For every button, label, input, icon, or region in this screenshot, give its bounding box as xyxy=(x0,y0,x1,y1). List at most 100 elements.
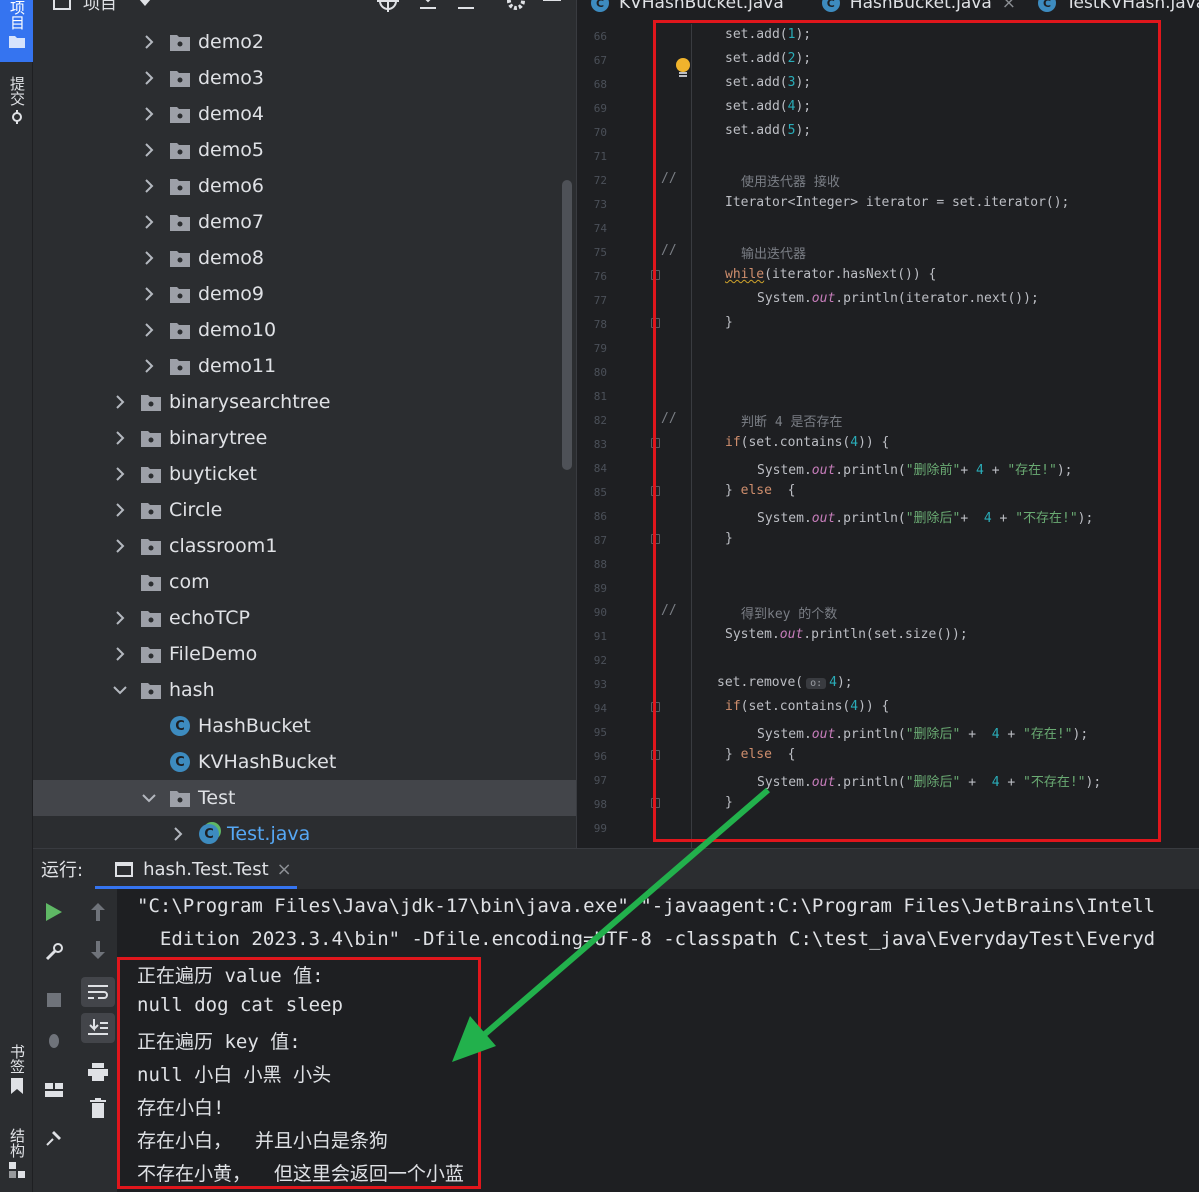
stop-button[interactable] xyxy=(41,987,67,1013)
tab-label: TestKVHash.java xyxy=(1066,0,1199,13)
tree-item[interactable]: demo3 xyxy=(33,60,576,96)
chevron-right-icon[interactable] xyxy=(142,143,156,157)
chevron-right-icon[interactable] xyxy=(142,71,156,85)
tree-item[interactable]: Circle xyxy=(33,492,576,528)
tree-item-label: demo2 xyxy=(198,31,264,53)
chevron-down-icon[interactable] xyxy=(113,683,127,697)
package-folder-icon xyxy=(141,502,161,519)
chevron-right-icon[interactable] xyxy=(142,179,156,193)
tree-item-label: demo9 xyxy=(198,283,264,305)
chevron-right-icon[interactable] xyxy=(113,647,127,661)
class-icon: C xyxy=(591,0,609,12)
project-scrollbar[interactable] xyxy=(562,180,572,470)
chevron-right-icon[interactable] xyxy=(113,539,127,553)
locate-icon[interactable] xyxy=(377,0,399,16)
line-number-gutter: 66 67 68 69 70 71 72 73 74 75 76 77 78 79 80 81 82 83 84 85… xyxy=(577,24,660,848)
minimize-icon[interactable] xyxy=(543,0,561,1)
chevron-right-icon[interactable] xyxy=(113,431,127,445)
wrench-icon[interactable] xyxy=(41,939,67,965)
line-number: 68 xyxy=(593,78,607,91)
print-icon[interactable] xyxy=(85,1059,111,1085)
soft-wrap-icon[interactable] xyxy=(81,977,115,1007)
line-number: 71 xyxy=(593,150,607,163)
chevron-down-icon[interactable] xyxy=(142,791,156,805)
chevron-right-icon[interactable] xyxy=(142,359,156,373)
pin-icon[interactable] xyxy=(41,1125,67,1151)
line-number: 82 xyxy=(593,414,607,427)
tree-item[interactable]: demo6 xyxy=(33,168,576,204)
line-number: 93 xyxy=(593,678,607,691)
tree-item[interactable]: echoTCP xyxy=(33,600,576,636)
tree-item[interactable]: demo8 xyxy=(33,240,576,276)
tree-item[interactable]: C KVHashBucket xyxy=(33,744,576,780)
chevron-right-icon[interactable] xyxy=(113,611,127,625)
scroll-to-end-icon[interactable] xyxy=(81,1013,115,1043)
structure-tool-tab[interactable]: 结构 xyxy=(0,1128,33,1190)
chevron-right-icon[interactable] xyxy=(142,287,156,301)
chevron-right-icon[interactable] xyxy=(142,35,156,49)
chevron-right-icon[interactable] xyxy=(113,395,127,409)
tree-item[interactable]: Test xyxy=(33,780,576,816)
tree-item[interactable]: FileDemo xyxy=(33,636,576,672)
up-arrow-icon[interactable] xyxy=(85,899,111,925)
tree-item[interactable]: demo9 xyxy=(33,276,576,312)
expand-all-icon[interactable] xyxy=(417,0,439,16)
project-panel-title[interactable]: 项目 xyxy=(83,0,117,14)
rerun-button[interactable] xyxy=(41,899,67,925)
structure-icon xyxy=(8,1162,25,1182)
tree-item[interactable]: binarysearchtree xyxy=(33,384,576,420)
tree-item[interactable]: demo2 xyxy=(33,24,576,60)
line-number: 80 xyxy=(593,366,607,379)
tab-testkvhash[interactable]: C TestKVHash.java xyxy=(1038,0,1199,13)
tree-item[interactable]: binarytree xyxy=(33,420,576,456)
tree-item[interactable]: buyticket xyxy=(33,456,576,492)
tab-kvhashbucket[interactable]: C KVHashBucket.java xyxy=(591,0,784,13)
close-icon[interactable]: × xyxy=(1002,0,1016,13)
chevron-right-icon[interactable] xyxy=(142,251,156,265)
tree-item[interactable]: C Test.java xyxy=(33,816,576,852)
chevron-right-icon[interactable] xyxy=(142,215,156,229)
project-tool-label: 项目 xyxy=(8,0,26,30)
tree-item[interactable]: demo4 xyxy=(33,96,576,132)
collapse-all-icon[interactable] xyxy=(455,0,477,16)
chevron-right-icon[interactable] xyxy=(171,827,185,841)
bookmarks-tool-tab[interactable]: 书签 xyxy=(0,1044,33,1106)
tree-item[interactable]: demo7 xyxy=(33,204,576,240)
layout-icon[interactable] xyxy=(41,1077,67,1103)
chevron-right-icon[interactable] xyxy=(113,503,127,517)
tree-item[interactable]: com xyxy=(33,564,576,600)
gear-icon[interactable] xyxy=(505,0,527,16)
chevron-down-icon[interactable] xyxy=(139,0,151,11)
chevron-right-icon[interactable] xyxy=(113,467,127,481)
package-folder-icon xyxy=(141,394,161,411)
commit-tool-tab[interactable]: 提交 xyxy=(0,76,33,138)
tree-item[interactable]: demo11 xyxy=(33,348,576,384)
tree-item[interactable]: demo10 xyxy=(33,312,576,348)
project-tool-tab[interactable]: 项目 xyxy=(0,0,33,62)
tree-item-label: com xyxy=(169,571,210,593)
line-number: 72 xyxy=(593,174,607,187)
tree-item[interactable]: C HashBucket xyxy=(33,708,576,744)
tree-item-label: buyticket xyxy=(169,463,257,485)
chevron-right-icon[interactable] xyxy=(142,323,156,337)
trash-icon[interactable] xyxy=(85,1095,111,1121)
down-arrow-icon[interactable] xyxy=(85,937,111,963)
debug-icon[interactable] xyxy=(41,1027,67,1053)
line-number: 73 xyxy=(593,198,607,211)
tree-item[interactable]: hash xyxy=(33,672,576,708)
close-icon[interactable]: × xyxy=(277,859,292,880)
bookmarks-tool-label: 书签 xyxy=(8,1044,26,1074)
tree-item[interactable]: demo5 xyxy=(33,132,576,168)
tree-item-label: hash xyxy=(169,679,215,701)
package-folder-icon xyxy=(170,790,190,807)
tree-item[interactable]: classroom1 xyxy=(33,528,576,564)
run-tab-label[interactable]: hash.Test.Test xyxy=(143,859,269,880)
line-number: 78 xyxy=(593,318,607,331)
line-number: 67 xyxy=(593,54,607,67)
tree-item-label: Circle xyxy=(169,499,223,521)
chevron-right-icon[interactable] xyxy=(142,107,156,121)
tool-window-strip: 项目 提交 书签 结构 xyxy=(0,0,33,1192)
tab-label: KVHashBucket.java xyxy=(619,0,784,13)
tab-hashbucket[interactable]: C HashBucket.java × xyxy=(821,0,1016,13)
